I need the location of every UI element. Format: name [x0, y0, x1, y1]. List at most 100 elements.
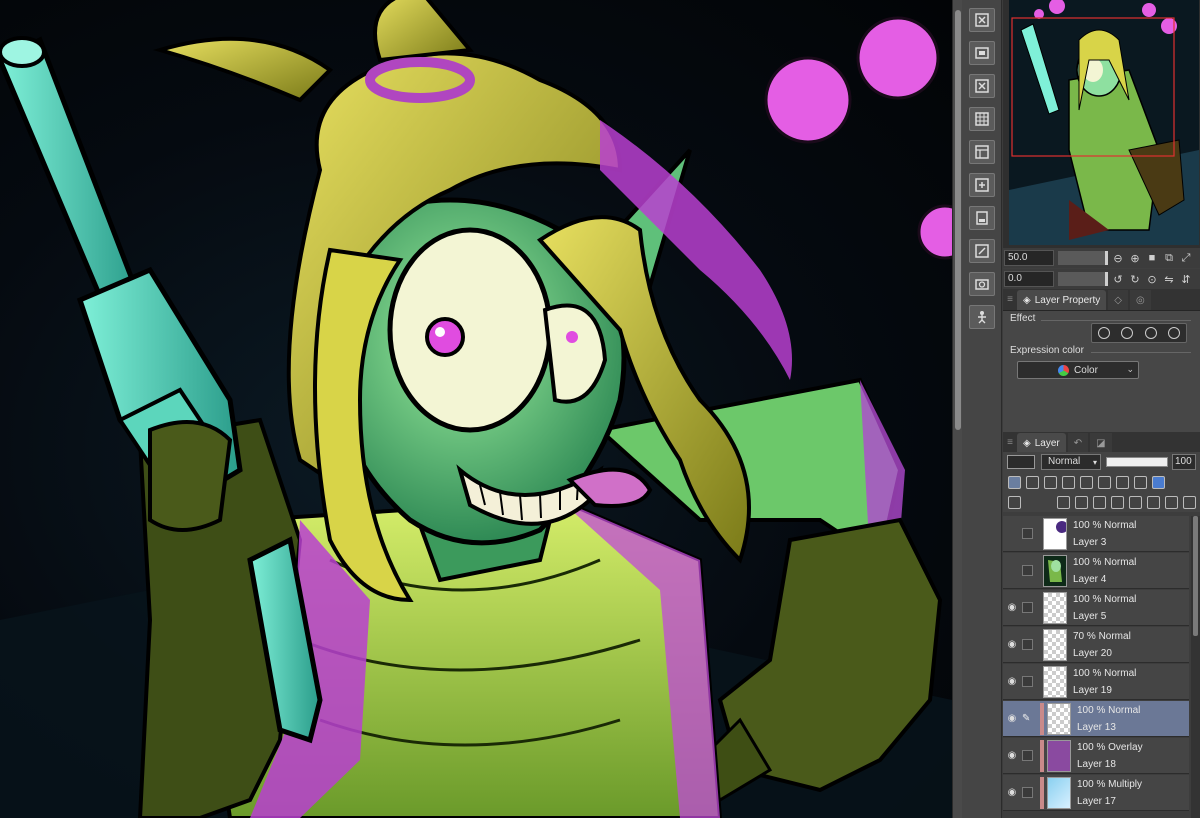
- layer-mode: 100 % Overlay: [1077, 742, 1143, 753]
- layer-color-icon[interactable]: [1168, 327, 1181, 339]
- tone-effect-icon[interactable]: [1121, 327, 1134, 339]
- drawing-canvas[interactable]: [0, 0, 952, 818]
- new-raster-layer-icon[interactable]: [1057, 495, 1070, 509]
- zoom-slider[interactable]: [1058, 251, 1108, 265]
- layer-lock-checkbox[interactable]: [1022, 528, 1033, 539]
- pick-icon[interactable]: [1134, 475, 1147, 489]
- actual-size-icon[interactable]: ⧉: [1162, 251, 1176, 265]
- layer-thumbnail: [1043, 629, 1067, 661]
- reset-rotation-icon[interactable]: ⊙: [1145, 272, 1159, 286]
- lock-transparent-icon[interactable]: [1080, 475, 1093, 489]
- visibility-toggle-icon[interactable]: [1005, 527, 1019, 541]
- tab-tertiary[interactable]: ◎: [1130, 290, 1151, 310]
- edit-icon[interactable]: [969, 239, 995, 263]
- zoom-in-icon[interactable]: ⊕: [1128, 251, 1142, 265]
- scrollbar-thumb[interactable]: [1193, 516, 1198, 636]
- grid-icon[interactable]: [969, 107, 995, 131]
- tab-label: Layer: [1034, 437, 1060, 449]
- fit-window-icon[interactable]: ⤢: [1179, 251, 1193, 265]
- blend-mode-value: Normal: [1048, 456, 1081, 467]
- transfer-down-icon[interactable]: [1111, 495, 1124, 509]
- clip-icon[interactable]: [1008, 475, 1021, 489]
- layer-row-5[interactable]: ◉ 100 % Normal Layer 5: [1003, 590, 1189, 626]
- halftone-icon[interactable]: [1144, 327, 1157, 339]
- visibility-toggle-icon[interactable]: [1005, 564, 1019, 578]
- rotate-right-icon[interactable]: ↻: [1128, 272, 1142, 286]
- new-vector-layer-icon[interactable]: [1075, 495, 1088, 509]
- layer-lock-checkbox[interactable]: [1022, 787, 1033, 798]
- mask-add-icon[interactable]: [1147, 495, 1160, 509]
- layer-row-18[interactable]: ◉ 100 % Overlay Layer 18: [1003, 738, 1189, 774]
- layer-row-3[interactable]: 100 % Normal Layer 3: [1003, 516, 1189, 552]
- camera-icon[interactable]: [969, 272, 995, 296]
- panel-grip-icon[interactable]: ≡: [1003, 288, 1017, 310]
- layer-row-13[interactable]: ◉ ✎ 100 % Normal Layer 13: [1003, 701, 1189, 737]
- tab-history[interactable]: ↶: [1067, 433, 1089, 453]
- draft-icon[interactable]: [1044, 475, 1057, 489]
- panel-grip-icon[interactable]: ≡: [1003, 431, 1017, 453]
- layer-lock-checkbox[interactable]: [1022, 602, 1033, 613]
- layer-thumbnail: [1047, 777, 1071, 809]
- eye-icon[interactable]: ◉: [1005, 786, 1019, 800]
- zoom-out-icon[interactable]: ⊖: [1111, 251, 1125, 265]
- layer-row-20[interactable]: ◉ 70 % Normal Layer 20: [1003, 627, 1189, 663]
- layer-lock-checkbox[interactable]: [1022, 639, 1033, 650]
- eye-icon[interactable]: ◉: [1005, 675, 1019, 689]
- effect-buttons[interactable]: [1091, 323, 1187, 343]
- expression-color-select[interactable]: Color ⌄: [1017, 361, 1139, 379]
- color-icon[interactable]: [1152, 475, 1165, 489]
- rotate-value[interactable]: 0.0: [1004, 271, 1054, 287]
- page-icon[interactable]: [969, 206, 995, 230]
- flip-vertical-icon[interactable]: ⇵: [1179, 272, 1193, 286]
- border-effect-icon[interactable]: [1097, 327, 1110, 339]
- flip-horizontal-icon[interactable]: ⇋: [1162, 272, 1176, 286]
- rotate-slider[interactable]: [1058, 272, 1108, 286]
- blend-mode-select[interactable]: Normal ▾: [1041, 454, 1101, 470]
- scrollbar-thumb[interactable]: [955, 10, 961, 430]
- apply-mask-icon[interactable]: [1165, 495, 1178, 509]
- pen-icon[interactable]: ✎: [1022, 713, 1033, 724]
- delete-icon[interactable]: [969, 74, 995, 98]
- layer-name: Layer 3: [1073, 537, 1107, 548]
- figure-icon[interactable]: [969, 305, 995, 329]
- reference-icon[interactable]: [1026, 475, 1039, 489]
- panel-menu-icon[interactable]: [1008, 495, 1021, 509]
- navigator-preview[interactable]: [1009, 0, 1199, 245]
- layer-lock-checkbox[interactable]: [1022, 676, 1033, 687]
- tab-extra[interactable]: ◪: [1090, 433, 1112, 453]
- eye-icon[interactable]: ◉: [1005, 638, 1019, 652]
- layer-row-17[interactable]: ◉ 100 % Multiply Layer 17: [1003, 775, 1189, 811]
- layer-name: Layer 20: [1073, 648, 1112, 659]
- fit-icon[interactable]: ■: [1145, 251, 1159, 265]
- layer-mode-icon[interactable]: [1007, 455, 1035, 469]
- eye-icon[interactable]: ◉: [1005, 712, 1019, 726]
- layer-lock-checkbox[interactable]: [1022, 565, 1033, 576]
- ruler-icon[interactable]: [969, 140, 995, 164]
- tab-secondary[interactable]: ◇: [1108, 290, 1128, 310]
- opacity-slider[interactable]: [1106, 457, 1168, 467]
- eye-icon[interactable]: ◉: [1005, 749, 1019, 763]
- zoom-value[interactable]: 50.0: [1004, 250, 1054, 266]
- copy-layer-icon[interactable]: [969, 8, 995, 32]
- tab-layer[interactable]: ◈ Layer: [1017, 433, 1066, 453]
- layers-icon: ◈: [1023, 437, 1031, 449]
- layer-list-scrollbar[interactable]: [1191, 516, 1200, 818]
- opacity-value[interactable]: 100: [1172, 454, 1196, 470]
- layer-property-icon: ◈: [1023, 294, 1031, 306]
- mask-icon[interactable]: [1098, 475, 1111, 489]
- export-icon[interactable]: [969, 41, 995, 65]
- delete-layer-icon[interactable]: [1183, 495, 1196, 509]
- tab-layer-property[interactable]: ◈ Layer Property: [1017, 290, 1107, 310]
- layer-row-4[interactable]: 100 % Normal Layer 4: [1003, 553, 1189, 589]
- canvas-vertical-scrollbar[interactable]: [952, 0, 962, 818]
- eye-icon[interactable]: ◉: [1005, 601, 1019, 615]
- new-folder-icon[interactable]: [1093, 495, 1106, 509]
- merge-down-icon[interactable]: [1129, 495, 1142, 509]
- transform-icon[interactable]: [969, 173, 995, 197]
- layer-row-19[interactable]: ◉ 100 % Normal Layer 19: [1003, 664, 1189, 700]
- layer-lock-checkbox[interactable]: [1022, 750, 1033, 761]
- layer-thumbnail: [1043, 555, 1067, 587]
- lock-icon[interactable]: [1062, 475, 1075, 489]
- rotate-left-icon[interactable]: ↺: [1111, 272, 1125, 286]
- ruler-range-icon[interactable]: [1116, 475, 1129, 489]
